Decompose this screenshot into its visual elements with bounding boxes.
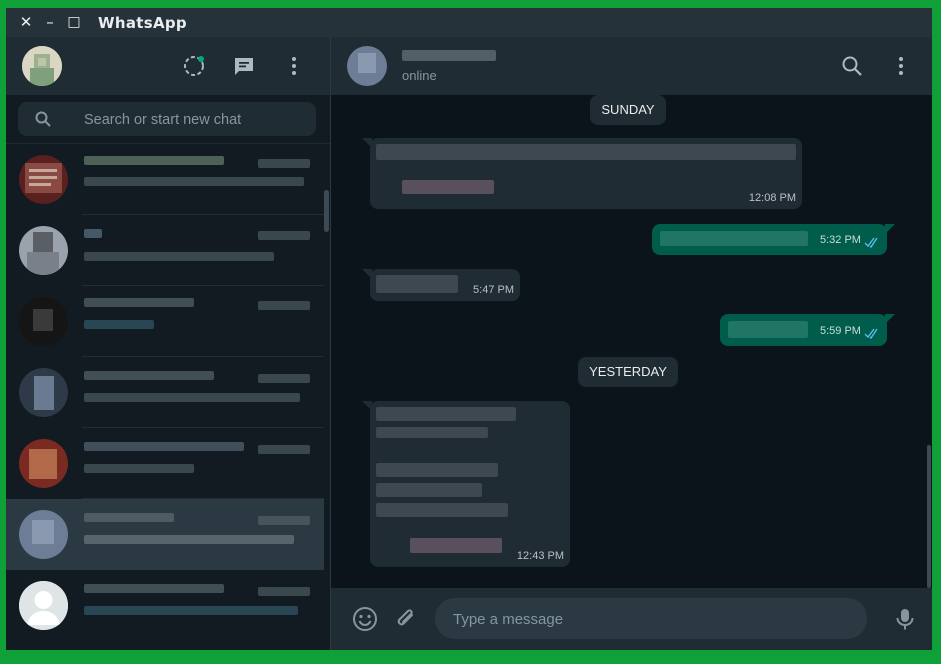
message-text [376,463,498,477]
incoming-message[interactable]: 12:43 PM [362,401,570,567]
chat-time [258,231,310,240]
chat-name [84,298,194,307]
message-time: 12:43 PM [516,550,564,562]
bubble-tail [362,401,372,411]
menu-icon[interactable] [889,54,913,78]
message-text [376,483,482,497]
search-input[interactable] [82,102,306,138]
message-text [376,427,488,438]
chat-list-scrollbar[interactable] [324,190,329,232]
message-area[interactable]: SUNDAY 12:08 PM 5:32 PM 5:47 PM 5:59 PM … [331,95,932,588]
bubble-tail [362,269,372,279]
chat-name [84,229,102,238]
message-time: 5:59 PM [820,325,861,337]
chat-list-item[interactable] [6,357,324,428]
bubble-tail [885,314,895,324]
chat-name [84,584,224,593]
search-icon[interactable] [840,54,864,78]
chat-preview [84,393,300,402]
chat-preview [84,177,304,186]
app-window: ✕ – □ WhatsApp Search or start new chat … [6,8,932,650]
message-text [402,180,494,194]
avatar [19,368,68,417]
chat-list [6,144,330,650]
sidebar-header [6,37,330,95]
composer [331,588,932,650]
chat-time [258,374,310,383]
message-scrollbar[interactable] [927,445,931,588]
maximize-window-button[interactable]: □ [64,12,84,32]
incoming-message[interactable]: 5:47 PM [362,269,520,301]
chat-preview [84,252,274,261]
message-text [376,407,516,421]
emoji-icon[interactable] [352,606,378,632]
sidebar [6,37,331,650]
chat-preview [84,606,298,615]
avatar [19,439,68,488]
contact-name [402,50,496,61]
title-bar: ✕ – □ WhatsApp [6,8,932,37]
message-text [660,231,808,246]
bubble-tail [362,138,372,148]
chat-name [84,156,224,165]
outgoing-message[interactable]: 5:59 PM [720,314,895,346]
default-avatar-icon [19,581,68,630]
chat-name [84,513,174,522]
contact-status: online [402,68,437,83]
chat-name [84,442,244,451]
chat-time [258,587,310,596]
chat-preview [84,464,194,473]
minimize-window-button[interactable]: – [40,12,60,32]
message-input-box[interactable] [435,598,867,641]
avatar [19,297,68,346]
new-chat-icon[interactable] [232,54,256,78]
search-box[interactable] [18,102,316,138]
message-text [728,321,808,338]
chat-list-item[interactable] [6,428,324,499]
message-time: 5:47 PM [473,284,514,296]
search-bar [6,95,330,144]
bubble-tail [885,224,895,234]
message-text [376,144,796,160]
chat-preview [84,535,294,544]
read-receipt-icon [864,235,880,249]
chat-list-item[interactable] [6,286,324,357]
search-icon [34,110,52,128]
message-text [376,275,458,293]
date-separator: SUNDAY [590,95,666,125]
message-text [376,503,508,517]
conversation-header[interactable]: online [331,37,932,95]
chat-list-item[interactable] [6,215,324,286]
chat-preview [84,320,154,329]
contact-avatar[interactable] [347,46,387,86]
read-receipt-icon [864,326,880,340]
message-text [410,538,502,553]
close-window-button[interactable]: ✕ [16,12,36,32]
conversation-panel: online SUNDAY 12:08 PM 5:32 PM 5:47 PM 5… [331,37,932,650]
chat-list-item[interactable] [6,144,324,215]
chat-time [258,445,310,454]
incoming-message[interactable]: 12:08 PM [362,138,802,209]
chat-time [258,159,310,168]
avatar [19,155,68,204]
mic-icon[interactable] [892,606,918,632]
date-separator: YESTERDAY [578,357,678,387]
chat-list-item[interactable] [6,570,324,641]
message-time: 5:32 PM [820,234,861,246]
chat-time [258,516,310,525]
outgoing-message[interactable]: 5:32 PM [652,224,895,255]
avatar [19,510,68,559]
attach-icon[interactable] [393,606,419,632]
message-input[interactable] [451,598,855,641]
my-avatar[interactable] [22,46,62,86]
avatar [19,226,68,275]
menu-icon[interactable] [282,54,306,78]
chat-list-item[interactable] [6,499,324,570]
chat-name [84,371,214,380]
message-time: 12:08 PM [748,192,796,204]
status-icon[interactable] [182,54,206,78]
chat-time [258,301,310,310]
app-title: WhatsApp [98,14,187,32]
